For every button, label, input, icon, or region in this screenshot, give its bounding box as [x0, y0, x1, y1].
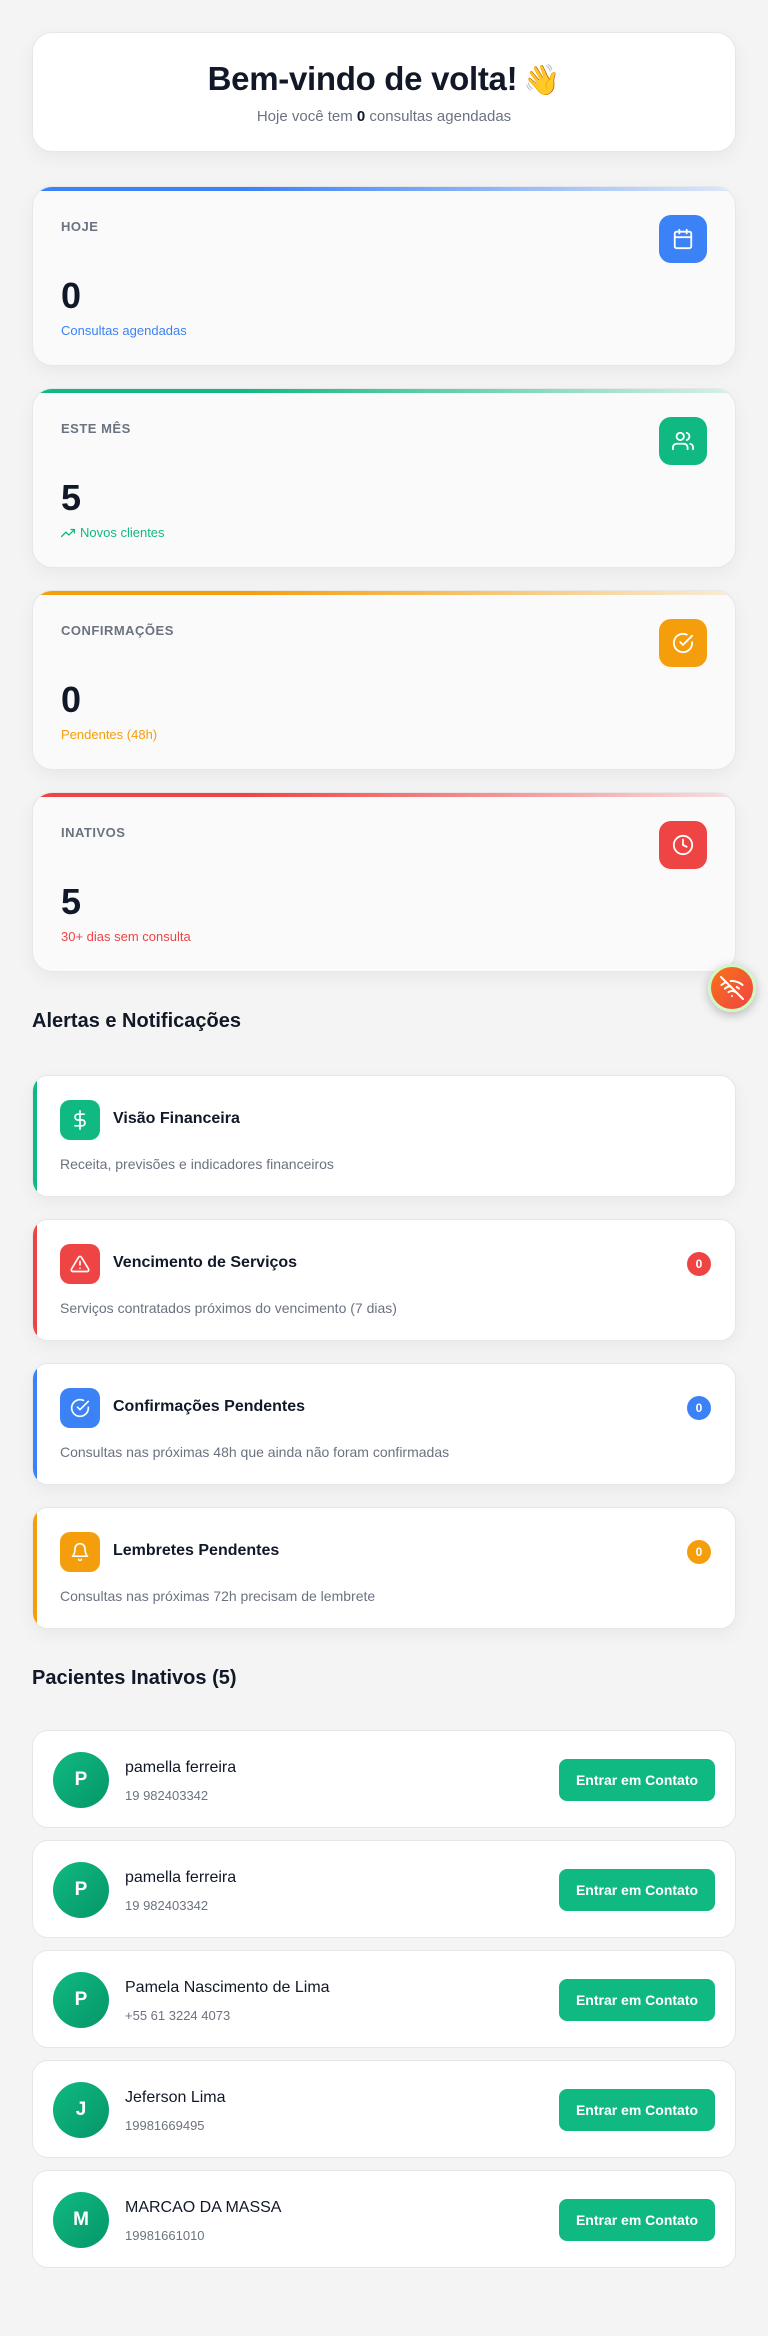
alert-pending-confirmations[interactable]: Confirmações Pendentes 0 Consultas nas p…: [32, 1363, 736, 1485]
stat-value: 0: [61, 679, 82, 720]
patient-phone: +55 61 3224 4073: [125, 2008, 231, 2023]
alert-description: Receita, previsões e indicadores finance…: [60, 1156, 334, 1172]
count-badge: 0: [687, 1540, 711, 1564]
stat-accent-bar: [33, 187, 735, 191]
alert-description: Consultas nas próximas 48h que ainda não…: [60, 1444, 450, 1460]
trending-up-icon: [61, 528, 75, 537]
welcome-title: Bem-vindo de volta!: [207, 59, 518, 97]
welcome-subtitle: Hoje você tem 0 consultas agendadas: [257, 108, 511, 125]
patient-row: M MARCAO DA MASSA 19981661010 Entrar em …: [32, 2170, 736, 2268]
patient-name: MARCAO DA MASSA: [125, 2199, 282, 2216]
stat-accent-bar: [33, 389, 735, 393]
stat-card-inactive: INATIVOS 5 30+ dias sem consulta: [32, 792, 736, 972]
inactive-patients-title: Pacientes Inativos (5): [32, 1667, 237, 1689]
appointments-count: 0: [356, 107, 366, 125]
alert-pending-reminders[interactable]: Lembretes Pendentes 0 Consultas nas próx…: [32, 1507, 736, 1629]
subtitle-text: consultas agendadas: [369, 107, 512, 125]
welcome-heading: Bem-vindo de volta! 👋: [208, 60, 561, 98]
check-circle-icon: [60, 1388, 100, 1428]
stat-value: 5: [61, 881, 82, 922]
stat-sub: 30+ dias sem consulta: [61, 929, 191, 944]
count-badge: 0: [687, 1396, 711, 1420]
warning-icon: [60, 1244, 100, 1284]
stat-label: HOJE: [61, 219, 99, 234]
alert-financial[interactable]: Visão Financeira Receita, previsões e in…: [32, 1075, 736, 1197]
patient-phone: 19 982403342: [125, 1898, 209, 1913]
stat-value: 0: [61, 275, 82, 316]
stat-accent-bar: [33, 591, 735, 595]
alert-edge: [33, 1508, 37, 1628]
alert-edge: [33, 1364, 37, 1484]
stat-sub-text: Pendentes (48h): [61, 727, 158, 742]
stat-card-month: ESTE MÊS 5 Novos clientes: [32, 388, 736, 568]
stat-value: 5: [61, 477, 82, 518]
stat-card-today: HOJE 0 Consultas agendadas: [32, 186, 736, 366]
stat-sub: Pendentes (48h): [61, 727, 157, 742]
alert-description: Consultas nas próximas 72h precisam de l…: [60, 1588, 376, 1604]
patient-phone: 19981661010: [125, 2228, 205, 2243]
stat-sub: Consultas agendadas: [61, 323, 187, 338]
contact-button[interactable]: Entrar em Contato: [559, 1759, 715, 1801]
wave-emoji: 👋: [523, 63, 561, 97]
dollar-icon: [60, 1100, 100, 1140]
avatar: P: [53, 1862, 109, 1918]
patient-name: pamella ferreira: [125, 1759, 237, 1776]
alert-service-expiry[interactable]: Vencimento de Serviços 0 Serviços contra…: [32, 1219, 736, 1341]
dashboard: Bem-vindo de volta! 👋 Hoje você tem 0 con…: [32, 32, 736, 2268]
alert-description: Serviços contratados próximos do vencime…: [60, 1300, 397, 1316]
alert-title: Lembretes Pendentes: [113, 1542, 280, 1559]
stat-sub-text: Novos clientes: [80, 525, 165, 540]
avatar: P: [53, 1972, 109, 2028]
patient-phone: 19981669495: [125, 2118, 205, 2133]
users-icon: [659, 417, 707, 465]
patient-phone: 19 982403342: [125, 1788, 209, 1803]
alert-title: Visão Financeira: [113, 1110, 240, 1127]
calendar-icon: [659, 215, 707, 263]
patient-name: pamella ferreira: [125, 1869, 237, 1886]
count-badge: 0: [687, 1252, 711, 1276]
subtitle-text: Hoje você tem: [256, 107, 353, 125]
bell-icon: [60, 1532, 100, 1572]
contact-button[interactable]: Entrar em Contato: [559, 2089, 715, 2131]
avatar: P: [53, 1752, 109, 1808]
contact-button[interactable]: Entrar em Contato: [559, 1869, 715, 1911]
patient-row: P pamella ferreira 19 982403342 Entrar e…: [32, 1840, 736, 1938]
check-circle-icon: [659, 619, 707, 667]
stat-accent-bar: [33, 793, 735, 797]
avatar: M: [53, 2192, 109, 2248]
avatar: J: [53, 2082, 109, 2138]
alerts-section-title: Alertas e Notificações: [32, 1010, 241, 1032]
stat-label: CONFIRMAÇÕES: [61, 623, 174, 638]
patient-row: P Pamela Nascimento de Lima +55 61 3224 …: [32, 1950, 736, 2048]
wifi-off-icon: [720, 976, 744, 1000]
connection-status-button[interactable]: [708, 964, 756, 1012]
stat-label: INATIVOS: [61, 825, 126, 840]
alert-edge: [33, 1076, 37, 1196]
alert-edge: [33, 1220, 37, 1340]
stat-sub: Novos clientes: [61, 525, 165, 540]
stat-sub-text: 30+ dias sem consulta: [61, 929, 191, 944]
patient-row: P pamella ferreira 19 982403342 Entrar e…: [32, 1730, 736, 1828]
patient-name: Pamela Nascimento de Lima: [125, 1979, 330, 1996]
patient-row: J Jeferson Lima 19981669495 Entrar em Co…: [32, 2060, 736, 2158]
contact-button[interactable]: Entrar em Contato: [559, 1979, 715, 2021]
stat-label: ESTE MÊS: [61, 421, 131, 436]
welcome-card: Bem-vindo de volta! 👋 Hoje você tem 0 con…: [32, 32, 736, 152]
clock-icon: [659, 821, 707, 869]
alert-title: Confirmações Pendentes: [113, 1398, 306, 1415]
alert-title: Vencimento de Serviços: [113, 1254, 298, 1271]
contact-button[interactable]: Entrar em Contato: [559, 2199, 715, 2241]
stat-card-confirmations: CONFIRMAÇÕES 0 Pendentes (48h): [32, 590, 736, 770]
patient-name: Jeferson Lima: [125, 2089, 226, 2106]
stat-sub-text: Consultas agendadas: [61, 323, 187, 338]
